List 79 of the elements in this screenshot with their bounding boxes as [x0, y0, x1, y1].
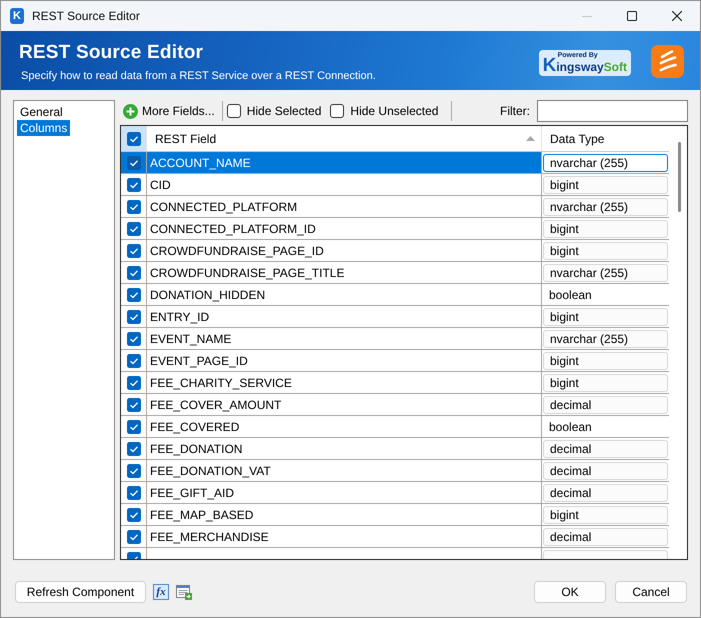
table-row[interactable]: FEE_COVER_AMOUNT decimal: [121, 394, 669, 416]
row-checkbox[interactable]: [126, 508, 140, 522]
swoosh-logo-icon: [651, 45, 684, 78]
refresh-component-button[interactable]: Refresh Component: [15, 581, 146, 603]
table-row[interactable]: FEE_GIFT_AID decimal: [121, 482, 669, 504]
table-row[interactable]: FEE_COVERED boolean: [121, 416, 669, 438]
row-checkbox[interactable]: [126, 442, 140, 456]
row-checkbox[interactable]: [126, 354, 140, 368]
row-checkbox[interactable]: [126, 376, 140, 390]
scrollbar-thumb[interactable]: [678, 142, 681, 212]
row-checkbox[interactable]: [126, 178, 140, 192]
row-checkbox[interactable]: [126, 420, 140, 434]
table-row[interactable]: CROWDFUNDRAISE_PAGE_ID bigint: [121, 240, 669, 262]
row-checkbox[interactable]: [126, 200, 140, 214]
data-type-select[interactable]: bigint: [543, 242, 668, 260]
row-checkbox[interactable]: [126, 464, 140, 478]
table-row[interactable]: EVENT_NAME nvarchar (255): [121, 328, 669, 350]
table-row[interactable]: ENTRY_ID bigint: [121, 306, 669, 328]
row-checkbox[interactable]: [126, 244, 140, 258]
dialog-button[interactable]: OK: [534, 581, 606, 603]
table-row[interactable]: DONATION_HIDDEN boolean: [121, 284, 669, 306]
table-row[interactable]: CONNECTED_PLATFORM nvarchar (255): [121, 196, 669, 218]
data-type-select[interactable]: nvarchar (255): [543, 198, 668, 216]
table-row[interactable]: CROWDFUNDRAISE_PAGE_TITLE nvarchar (255): [121, 262, 669, 284]
row-checkbox[interactable]: [126, 530, 140, 544]
data-type-select[interactable]: decimal: [543, 528, 668, 546]
expression-button[interactable]: fx: [153, 584, 169, 600]
option-label: Hide Selected: [246, 104, 322, 118]
window-title: REST Source Editor: [32, 9, 140, 23]
filter-input[interactable]: [537, 100, 688, 122]
table-icon[interactable]: [176, 584, 192, 600]
row-checkbox[interactable]: [126, 222, 140, 236]
banner-subtitle: Specify how to read data from a REST Service over a REST Connection.: [21, 70, 376, 83]
table-row[interactable]: FEE_MAP_BASED bigint: [121, 504, 669, 526]
data-type-select[interactable]: bigint: [543, 176, 668, 194]
row-checkbox[interactable]: [126, 266, 140, 280]
data-type-select[interactable]: bigint: [543, 352, 668, 370]
maximize-icon: [626, 11, 636, 21]
add-icon: [123, 104, 138, 118]
logo-wordmark: KingswaySoft: [542, 60, 627, 74]
table-row[interactable]: FEE_CHARITY_SERVICE bigint: [121, 372, 669, 394]
data-type-cell-text: boolean: [548, 288, 592, 302]
data-type-select[interactable]: decimal: [543, 440, 668, 458]
table-row[interactable]: CONNECTED_PLATFORM_ID bigint: [121, 218, 669, 240]
table-row[interactable]: FEE_DONATION decimal: [121, 438, 669, 460]
nav-item[interactable]: General: [17, 104, 66, 120]
close-icon: [672, 11, 682, 21]
row-checkbox[interactable]: [126, 310, 140, 324]
filter-label: Filter:: [500, 104, 530, 118]
data-type-select[interactable]: decimal: [543, 396, 668, 414]
data-type-select[interactable]: decimal: [543, 462, 668, 480]
row-checkbox[interactable]: [126, 486, 140, 500]
table-row[interactable]: EVENT_PAGE_ID bigint: [121, 350, 669, 372]
data-type-select[interactable]: decimal: [543, 484, 668, 502]
data-type-select[interactable]: bigint: [543, 220, 668, 238]
table-row[interactable]: ACCOUNT_NAME nvarchar (255): [121, 152, 669, 174]
more-fields-button[interactable]: More Fields...: [120, 100, 218, 122]
table-row[interactable]: FEE_DONATION_VAT decimal: [121, 460, 669, 482]
data-type-select[interactable]: bigint: [543, 374, 668, 392]
app-logo: K: [10, 8, 24, 24]
row-checkbox[interactable]: [126, 398, 140, 412]
banner-title: REST Source Editor: [19, 42, 204, 64]
option-checkbox[interactable]: [226, 104, 241, 118]
data-type-select[interactable]: bigint: [543, 506, 668, 524]
data-type-select[interactable]: nvarchar (255): [543, 330, 668, 348]
row-checkbox[interactable]: [126, 332, 140, 346]
option-label: Hide Unselected: [350, 104, 438, 118]
data-type-select[interactable]: nvarchar (255): [543, 154, 668, 172]
dialog-button[interactable]: Cancel: [615, 581, 687, 603]
data-type-select[interactable]: nvarchar (255): [543, 264, 668, 282]
table-row[interactable]: CID bigint: [121, 174, 669, 196]
data-type-cell-text: boolean: [548, 420, 592, 434]
row-checkbox[interactable]: [126, 156, 140, 170]
select-all-checkbox[interactable]: [126, 132, 140, 146]
option-checkbox[interactable]: [330, 104, 344, 118]
nav-item[interactable]: Columns: [17, 120, 70, 136]
table-row[interactable]: FEE_MERCHANDISE decimal: [121, 526, 669, 548]
data-type-select[interactable]: bigint: [543, 308, 668, 326]
row-checkbox[interactable]: [126, 288, 140, 302]
